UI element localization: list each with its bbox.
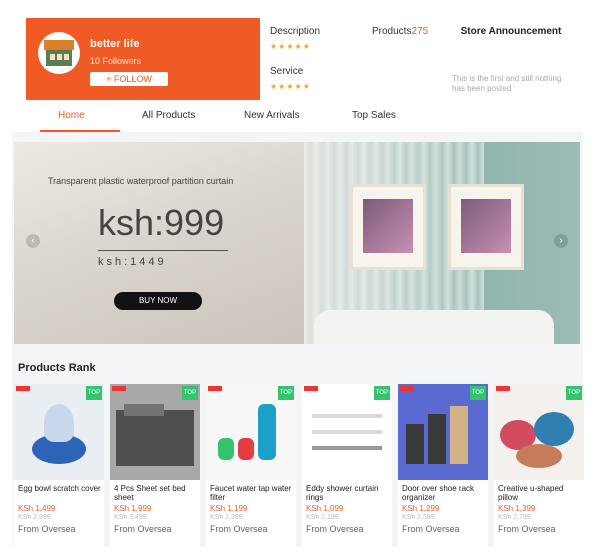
banner-bathtub [314, 310, 554, 344]
product-shape [238, 438, 254, 460]
product-card[interactable]: TOP 4 Pcs Sheet set bed sheet KSh 1,999 … [110, 384, 200, 546]
store-header: better life 10 Followers + FOLLOW Descri… [12, 10, 583, 132]
top-badge: TOP [86, 386, 102, 400]
promo-banner[interactable]: Transparent plastic waterproof partition… [14, 142, 580, 344]
announcement-text: This is the first and still nothing has … [452, 74, 562, 93]
tab-all-products[interactable]: All Products [142, 110, 195, 121]
top-badge: TOP [566, 386, 582, 400]
banner-picture [363, 199, 413, 253]
product-card[interactable]: TOP Creative u-shaped pillow KSh 1,399 K… [494, 384, 584, 546]
product-shape [258, 404, 276, 460]
banner-picture-frame [350, 184, 426, 270]
description-stars: ★★★★★ [270, 42, 311, 51]
store-name: better life [90, 38, 140, 50]
product-price: KSh 1,999 [114, 504, 152, 513]
product-shape [516, 444, 562, 468]
product-shape [450, 406, 468, 464]
product-card[interactable]: TOP Faucet water tap water filter KSh 1,… [206, 384, 296, 546]
products-label: Products [372, 26, 412, 37]
product-origin: From Oversea [114, 524, 172, 534]
banner-picture [461, 199, 511, 253]
banner-caption: Transparent plastic waterproof partition… [48, 176, 234, 186]
store-logo[interactable] [38, 32, 80, 74]
banner-price: ksh:999 [98, 202, 225, 243]
product-name[interactable]: Egg bowl scratch cover [18, 484, 102, 502]
top-badge: TOP [278, 386, 294, 400]
service-stars: ★★★★★ [270, 82, 311, 91]
store-tabs: Home All Products New Arrivals Top Sales [12, 104, 583, 132]
product-origin: From Oversea [306, 524, 364, 534]
product-card[interactable]: TOP Door over shoe rack organizer KSh 1,… [398, 384, 488, 546]
top-badge: TOP [182, 386, 198, 400]
follow-button[interactable]: + FOLLOW [90, 72, 168, 86]
product-shape [534, 412, 574, 446]
product-name[interactable]: Faucet water tap water filter [210, 484, 294, 502]
logo-roof [44, 40, 74, 50]
products-count: Products275 [372, 26, 428, 37]
active-tab-indicator [40, 130, 120, 132]
product-name[interactable]: Eddy shower curtain rings [306, 484, 390, 502]
announcement-title: Store Announcement [460, 26, 562, 37]
banner-divider [98, 250, 228, 251]
product-card[interactable]: TOP Egg bowl scratch cover KSh 1,499 KSh… [14, 384, 104, 546]
product-origin: From Oversea [210, 524, 268, 534]
service-label: Service [270, 66, 304, 77]
product-old-price: KSh 2,999 [18, 514, 51, 521]
products-count-value: 275 [411, 26, 429, 37]
product-shape [44, 404, 74, 442]
hot-tag [304, 386, 318, 391]
product-shape [124, 404, 164, 416]
product-shape [406, 424, 424, 464]
product-shape [312, 414, 382, 418]
carousel-prev-icon[interactable]: ‹ [26, 234, 40, 248]
carousel-next-icon[interactable]: › [554, 234, 568, 248]
banner-old-price: ksh:1449 [98, 256, 167, 268]
product-price: KSh 1,399 [498, 504, 536, 513]
product-price: KSh 1,299 [402, 504, 440, 513]
top-badge: TOP [374, 386, 390, 400]
product-price: KSh 1,199 [210, 504, 248, 513]
product-shape [428, 414, 446, 464]
hot-tag [400, 386, 414, 391]
product-price: KSh 1,499 [18, 504, 56, 513]
product-name[interactable]: 4 Pcs Sheet set bed sheet [114, 484, 198, 502]
buy-now-button[interactable]: BUY NOW [114, 292, 202, 310]
logo-window [50, 54, 55, 60]
store-card: better life 10 Followers + FOLLOW [26, 18, 260, 100]
logo-window [57, 54, 62, 60]
hot-tag [112, 386, 126, 391]
product-old-price: KSh 2,799 [498, 514, 531, 521]
products-rank-list: TOP Egg bowl scratch cover KSh 1,499 KSh… [14, 384, 584, 546]
product-name[interactable]: Creative u-shaped pillow [498, 484, 582, 502]
store-followers: 10 Followers [90, 56, 142, 66]
product-old-price: KSh 2,199 [306, 514, 339, 521]
product-origin: From Oversea [498, 524, 556, 534]
banner-picture-frame [448, 184, 524, 270]
product-origin: From Oversea [18, 524, 76, 534]
hot-tag [496, 386, 510, 391]
product-shape [312, 446, 382, 450]
product-old-price: KSh 3,499 [114, 514, 147, 521]
product-shape [312, 430, 382, 434]
product-old-price: KSh 2,399 [210, 514, 243, 521]
tab-new-arrivals[interactable]: New Arrivals [244, 110, 300, 121]
product-card[interactable]: TOP Eddy shower curtain rings KSh 1,099 … [302, 384, 392, 546]
tab-top-sales[interactable]: Top Sales [352, 110, 396, 121]
hot-tag [208, 386, 222, 391]
product-shape [116, 410, 194, 466]
hot-tag [16, 386, 30, 391]
product-origin: From Oversea [402, 524, 460, 534]
product-name[interactable]: Door over shoe rack organizer [402, 484, 486, 502]
product-shape [218, 438, 234, 460]
product-price: KSh 1,099 [306, 504, 344, 513]
products-rank-title: Products Rank [18, 362, 96, 374]
product-old-price: KSh 2,599 [402, 514, 435, 521]
logo-window [64, 54, 69, 60]
description-label: Description [270, 26, 321, 37]
store-page: better life 10 Followers + FOLLOW Descri… [12, 10, 584, 546]
tab-home[interactable]: Home [58, 110, 85, 121]
top-badge: TOP [470, 386, 486, 400]
